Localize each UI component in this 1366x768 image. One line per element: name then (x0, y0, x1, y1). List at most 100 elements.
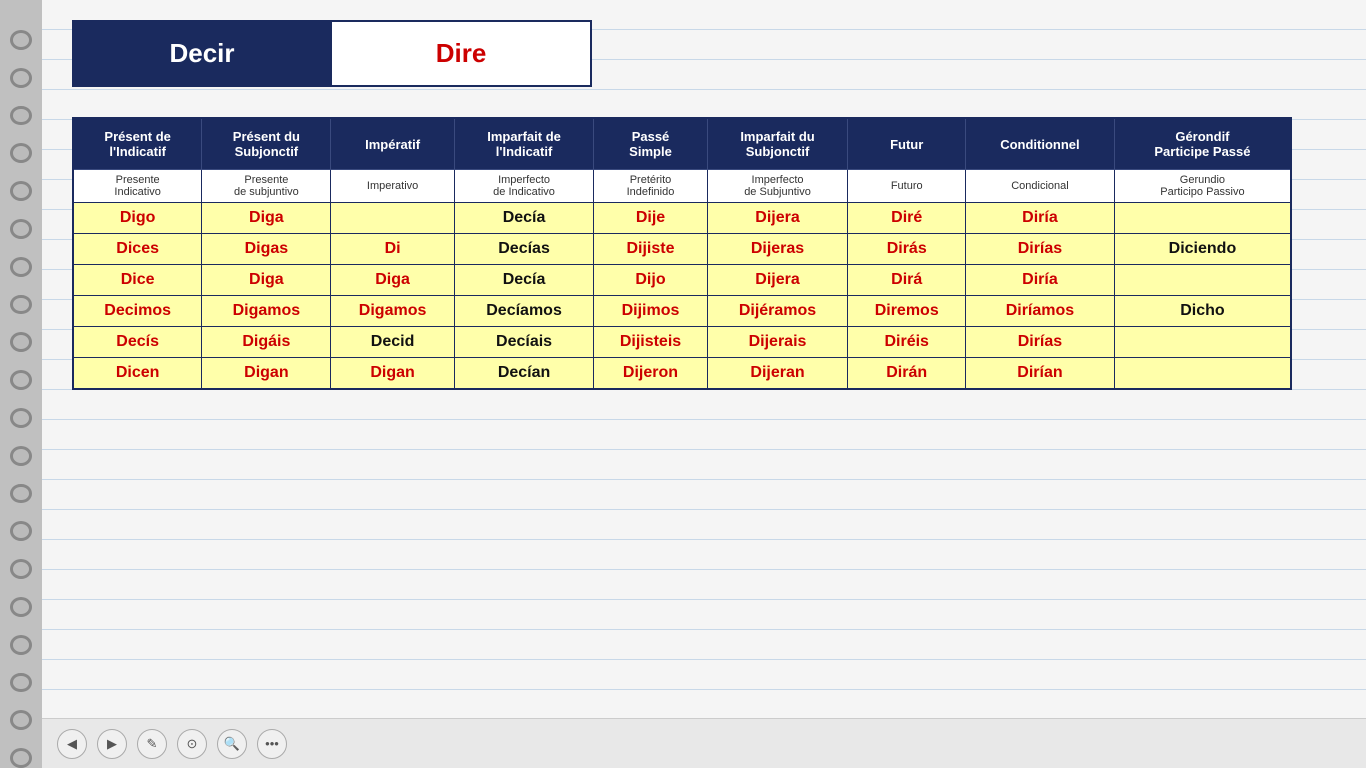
binder-ring (10, 30, 32, 50)
cell-0-2 (331, 203, 454, 234)
header-col-0: Présent del'Indicatif (73, 118, 202, 170)
cell-1-4: Dijiste (594, 234, 707, 265)
cell-4-1: Digáis (202, 327, 331, 358)
binder-ring (10, 484, 32, 504)
subtitle-col-2: Imperativo (331, 170, 454, 203)
header-col-8: GérondifParticipe Passé (1114, 118, 1291, 170)
cell-4-2: Decid (331, 327, 454, 358)
subtitle-col-7: Condicional (966, 170, 1115, 203)
toolbar-btn-0[interactable]: ◀ (57, 729, 87, 759)
cell-0-4: Dije (594, 203, 707, 234)
table-row: DicesDigasDiDecíasDijisteDijerasDirásDir… (73, 234, 1291, 265)
cell-5-7: Dirían (966, 358, 1115, 390)
conjugation-table: Présent del'IndicatifPrésent duSubjoncti… (72, 117, 1292, 390)
cell-2-5: Dijera (707, 265, 848, 296)
binder-ring (10, 68, 32, 88)
cell-2-6: Dirá (848, 265, 966, 296)
cell-4-5: Dijerais (707, 327, 848, 358)
header-col-1: Présent duSubjonctif (202, 118, 331, 170)
cell-0-8 (1114, 203, 1291, 234)
toolbar-btn-3[interactable]: ⊙ (177, 729, 207, 759)
cell-3-0: Decimos (73, 296, 202, 327)
title-french: Dire (332, 20, 592, 87)
cell-3-6: Diremos (848, 296, 966, 327)
binder-ring (10, 710, 32, 730)
cell-0-3: Decía (454, 203, 594, 234)
toolbar-btn-1[interactable]: ▶ (97, 729, 127, 759)
table-row: DecimosDigamosDigamosDecíamosDijimosDijé… (73, 296, 1291, 327)
cell-0-0: Digo (73, 203, 202, 234)
cell-2-0: Dice (73, 265, 202, 296)
cell-4-8 (1114, 327, 1291, 358)
subtitle-col-8: GerundioParticipo Passivo (1114, 170, 1291, 203)
binder-ring (10, 257, 32, 277)
cell-3-8: Dicho (1114, 296, 1291, 327)
cell-3-5: Dijéramos (707, 296, 848, 327)
cell-3-4: Dijimos (594, 296, 707, 327)
cell-3-1: Digamos (202, 296, 331, 327)
binder-ring (10, 219, 32, 239)
header-col-6: Futur (848, 118, 966, 170)
binder-ring (10, 181, 32, 201)
cell-4-7: Dirías (966, 327, 1115, 358)
cell-1-7: Dirías (966, 234, 1115, 265)
cell-3-7: Diríamos (966, 296, 1115, 327)
cell-0-5: Dijera (707, 203, 848, 234)
binder-ring (10, 143, 32, 163)
subtitle-col-6: Futuro (848, 170, 966, 203)
cell-1-3: Decías (454, 234, 594, 265)
cell-2-8 (1114, 265, 1291, 296)
cell-1-5: Dijeras (707, 234, 848, 265)
title-spanish: Decir (72, 20, 332, 87)
cell-4-0: Decís (73, 327, 202, 358)
cell-5-1: Digan (202, 358, 331, 390)
cell-0-7: Diría (966, 203, 1115, 234)
binder-ring (10, 370, 32, 390)
cell-1-0: Dices (73, 234, 202, 265)
toolbar-btn-2[interactable]: ✎ (137, 729, 167, 759)
cell-4-4: Dijisteis (594, 327, 707, 358)
header-col-3: Imparfait del'Indicatif (454, 118, 594, 170)
cell-5-0: Dicen (73, 358, 202, 390)
binder-ring (10, 408, 32, 428)
table-row: DecísDigáisDecidDecíaisDijisteisDijerais… (73, 327, 1291, 358)
table-row: DigoDigaDecíaDijeDijeraDiréDiría (73, 203, 1291, 234)
cell-1-2: Di (331, 234, 454, 265)
cell-2-1: Diga (202, 265, 331, 296)
cell-5-4: Dijeron (594, 358, 707, 390)
header-col-5: Imparfait duSubjonctif (707, 118, 848, 170)
cell-4-6: Diréis (848, 327, 966, 358)
subtitle-col-3: Imperfectode Indicativo (454, 170, 594, 203)
binder-ring (10, 559, 32, 579)
title-container: Decir Dire (72, 20, 592, 87)
binder-ring (10, 748, 32, 768)
table-row: DicenDiganDiganDecíanDijeronDijeranDirán… (73, 358, 1291, 390)
binder-ring (10, 295, 32, 315)
subtitle-col-0: PresenteIndicativo (73, 170, 202, 203)
header-col-4: PasséSimple (594, 118, 707, 170)
cell-1-1: Digas (202, 234, 331, 265)
cell-5-8 (1114, 358, 1291, 390)
table-row: DiceDigaDigaDecíaDijoDijeraDiráDiría (73, 265, 1291, 296)
cell-2-4: Dijo (594, 265, 707, 296)
cell-5-3: Decían (454, 358, 594, 390)
toolbar-btn-4[interactable]: 🔍 (217, 729, 247, 759)
cell-5-6: Dirán (848, 358, 966, 390)
toolbar: ◀ ▶ ✎ ⊙ 🔍 ••• (42, 718, 1366, 768)
page: Decir Dire Présent del'IndicatifPrésent … (42, 0, 1366, 768)
cell-2-2: Diga (331, 265, 454, 296)
binder (0, 0, 42, 768)
toolbar-btn-5[interactable]: ••• (257, 729, 287, 759)
binder-ring (10, 521, 32, 541)
binder-ring (10, 106, 32, 126)
header-row: Présent del'IndicatifPrésent duSubjoncti… (73, 118, 1291, 170)
subtitle-row: PresenteIndicativoPresentede subjuntivoI… (73, 170, 1291, 203)
subtitle-col-4: PretéritoIndefinido (594, 170, 707, 203)
binder-ring (10, 673, 32, 693)
cell-5-2: Digan (331, 358, 454, 390)
binder-ring (10, 446, 32, 466)
header-col-2: Impératif (331, 118, 454, 170)
cell-3-3: Decíamos (454, 296, 594, 327)
binder-ring (10, 332, 32, 352)
cell-3-2: Digamos (331, 296, 454, 327)
